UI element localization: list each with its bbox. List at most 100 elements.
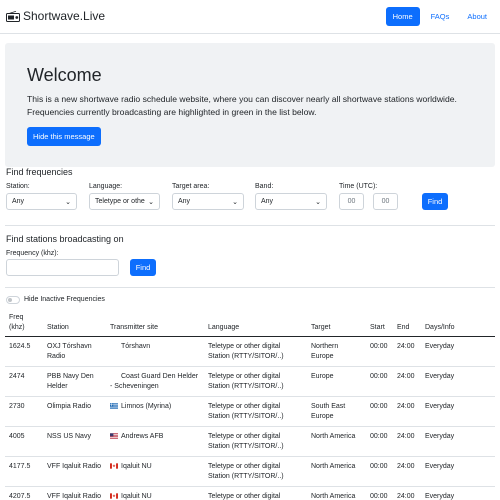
table-row[interactable]: 2474 PBB Navy Den Helder Coast Guard Den … [5,367,495,397]
cell-station: OXJ Tórshavn Radio [47,342,92,362]
cell-site-text: Iqaluit NU [121,463,152,470]
find-stations-title: Find stations broadcasting on [6,234,124,244]
table-row[interactable]: 1624.5 OXJ Tórshavn Radio Tórshavn Telety… [5,337,495,367]
nav-home[interactable]: Home [385,7,420,26]
cell-language-line1: Teletype or other digital [208,373,281,380]
cell-site: Tórshavn [110,342,150,352]
cell-station: VFF Iqaluit Radio [47,493,102,500]
station-select[interactable]: Any ⌄ [6,193,77,210]
language-select[interactable]: Teletype or othe ⌄ [89,193,160,210]
col-station-header: Station [47,324,69,331]
table-row[interactable]: 4207.5 VFF Iqaluit Radio Iqaluit NU Tele… [5,487,495,500]
cell-end: 24:00 [397,463,415,470]
cell-target-line1: Northern [311,343,339,350]
cell-target-line1: South East [311,403,346,410]
cell-target: South East Europe [311,402,345,422]
cell-target: Northern Europe [311,342,338,362]
cell-end: 24:00 [397,433,415,440]
target-area-select[interactable]: Any ⌄ [172,193,244,210]
band-label: Band: [255,183,274,190]
cell-freq: 1624.5 [9,343,31,350]
cell-freq: 4207.5 [9,493,31,500]
hide-message-button[interactable]: Hide this message [27,127,101,146]
cell-language: Teletype or other digital [208,493,281,500]
col-target-header: Target [311,324,331,331]
brand-name: Shortwave.Live [23,9,106,23]
cell-target: Europe [311,373,334,380]
time-label: Time (UTC): [339,183,378,190]
find-frequencies-button[interactable]: Find [422,193,448,210]
cell-language-line2: Station (RTTY/SITOR/..) [208,353,284,360]
nav-faqs[interactable]: FAQs [424,7,457,26]
col-language-header: Language [208,324,240,331]
time-to-input[interactable]: 00 [373,193,398,210]
cell-start: 00:00 [370,433,388,440]
cell-site-text: Limnos (Myrina) [121,403,172,410]
table-row[interactable]: 4005 NSS US Navy Andrews AFB Teletype or… [5,427,495,457]
cell-station: VFF Iqaluit Radio [47,463,102,470]
welcome-text: This is a new shortwave radio schedule w… [27,94,457,117]
station-label: Station: [6,183,30,190]
nav-about[interactable]: About [460,7,494,26]
cell-language-line1: Teletype or other digital [208,463,281,470]
frequency-label: Frequency (khz): [6,250,59,257]
cell-site: Andrews AFB [110,432,163,442]
cell-site-line1: Tórshavn [121,343,151,350]
frequency-input[interactable] [6,259,119,276]
table-row[interactable]: 2730 Olimpia Radio Limnos (Myrina) Telet… [5,397,495,427]
col-freq-header-line1: Freq [9,314,24,321]
cell-station: PBB Navy Den Helder [47,372,94,392]
cell-language: Teletype or other digital Station (RTTY/S… [208,462,284,482]
section-divider [5,287,495,288]
target-area-select-value: Any [178,198,191,205]
top-navbar: Shortwave.Live Home FAQs About [0,0,500,34]
cell-days: Everyday [425,433,455,440]
chevron-down-icon: ⌄ [232,198,238,206]
table-row[interactable]: 4177.5 VFF Iqaluit Radio Iqaluit NU Tele… [5,457,495,487]
cell-end: 24:00 [397,373,415,380]
welcome-title: Welcome [27,65,102,85]
col-end-header: End [397,324,410,331]
cell-freq: 2474 [9,373,25,380]
cell-days: Everyday [425,403,455,410]
cell-site-text: Iqaluit NU [121,493,152,500]
chevron-down-icon: ⌄ [65,198,71,206]
flag-icon [110,343,118,349]
cell-station-line2: Radio [47,353,66,360]
hide-inactive-toggle[interactable] [6,296,20,304]
cell-language-line1: Teletype or other digital [208,403,281,410]
cell-freq: 4005 [9,433,25,440]
cell-language-line2: Station (RTTY/SITOR/..) [208,443,284,450]
hide-inactive-label: Hide Inactive Frequencies [24,296,105,303]
col-days-header: Days/Info [425,324,455,331]
col-site-header: Transmitter site [110,324,158,331]
usa-flag-icon [110,433,118,439]
cell-site: Limnos (Myrina) [110,402,171,412]
band-select[interactable]: Any ⌄ [255,193,327,210]
cell-language-line2: Station (RTTY/SITOR/..) [208,383,284,390]
time-from-input[interactable]: 00 [339,193,364,210]
cell-site: Iqaluit NU [110,492,152,500]
cell-station-line1: OXJ Tórshavn [47,343,92,350]
cell-days: Everyday [425,343,455,350]
cell-freq: 4177.5 [9,463,31,470]
cell-language: Teletype or other digital Station (RTTY/S… [208,372,284,392]
cell-language-line2: Station (RTTY/SITOR/..) [208,413,284,420]
cell-end: 24:00 [397,343,415,350]
cell-site-text: Andrews AFB [121,433,164,440]
cell-site: Coast Guard Den Helder - Scheveningen [110,372,198,392]
main-nav: Home FAQs About [385,7,494,26]
cell-start: 00:00 [370,403,388,410]
cell-target: North America [311,463,356,470]
find-frequencies-title: Find frequencies [6,167,73,177]
col-freq-header: Freq (khz) [9,313,25,333]
cell-station: NSS US Navy [47,433,91,440]
find-stations-button[interactable]: Find [130,259,156,276]
cell-site: Iqaluit NU [110,462,152,472]
cell-start: 00:00 [370,463,388,470]
welcome-banner: Welcome This is a new shortwave radio sc… [5,43,495,167]
language-label: Language: [89,183,123,190]
brand[interactable]: Shortwave.Live [6,9,105,23]
cell-station: Olimpia Radio [47,403,91,410]
cell-language: Teletype or other digital Station (RTTY/S… [208,402,284,422]
